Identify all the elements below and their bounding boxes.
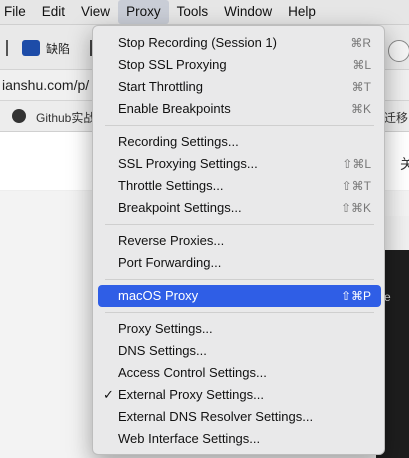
menu-item-label: macOS Proxy xyxy=(118,288,199,303)
bookmark-right[interactable]: 迁移 xyxy=(384,109,408,126)
menu-item-label: DNS Settings... xyxy=(118,343,207,358)
menu-item-proxy-settings[interactable]: Proxy Settings... xyxy=(98,318,381,340)
menu-item-stop-recording-session-1[interactable]: Stop Recording (Session 1) ⌘R xyxy=(98,32,381,54)
menu-separator xyxy=(105,224,374,225)
extension-icon[interactable] xyxy=(22,40,40,56)
menu-item-access-control-settings[interactable]: Access Control Settings... xyxy=(98,362,381,384)
profile-icon[interactable] xyxy=(388,40,409,62)
menu-item-shortcut: ⌘R xyxy=(350,36,371,50)
menu-item-label: Web Interface Settings... xyxy=(118,431,261,446)
menu-item-label: Access Control Settings... xyxy=(118,365,267,380)
menu-tools[interactable]: Tools xyxy=(169,0,217,24)
menu-help[interactable]: Help xyxy=(280,0,324,24)
menu-item-stop-ssl-proxying[interactable]: Stop SSL Proxying ⌘L xyxy=(98,54,381,76)
menu-item-label: Breakpoint Settings... xyxy=(118,200,242,215)
page-header-text: 关 xyxy=(400,156,409,172)
menu-item-web-interface-settings[interactable]: Web Interface Settings... xyxy=(98,428,381,450)
menu-item-shortcut: ⌘L xyxy=(352,58,371,72)
extension-label[interactable]: 缺陷 xyxy=(46,40,70,57)
menu-item-external-dns-resolver-settings[interactable]: External DNS Resolver Settings... xyxy=(98,406,381,428)
dark-panel-text: e xyxy=(384,290,391,304)
menu-item-reverse-proxies[interactable]: Reverse Proxies... xyxy=(98,230,381,252)
proxy-menu: Stop Recording (Session 1) ⌘R Stop SSL Pro… xyxy=(92,25,385,455)
menu-item-external-proxy-settings[interactable]: ✓ External Proxy Settings... xyxy=(98,384,381,406)
menu-item-breakpoint-settings[interactable]: Breakpoint Settings... ⇧⌘K xyxy=(98,197,381,219)
menu-item-label: Reverse Proxies... xyxy=(118,233,225,248)
menu-item-recording-settings[interactable]: Recording Settings... xyxy=(98,131,381,153)
menu-item-label: Throttle Settings... xyxy=(118,178,224,193)
menu-file[interactable]: File xyxy=(0,0,34,24)
menu-separator xyxy=(105,312,374,313)
menu-item-enable-breakpoints[interactable]: Enable Breakpoints ⌘K xyxy=(98,98,381,120)
menu-item-label: Stop Recording (Session 1) xyxy=(118,35,277,50)
menu-item-shortcut: ⇧⌘T xyxy=(341,179,371,193)
menu-item-ssl-proxying-settings[interactable]: SSL Proxying Settings... ⇧⌘L xyxy=(98,153,381,175)
menu-item-label: Enable Breakpoints xyxy=(118,101,231,116)
menu-window[interactable]: Window xyxy=(216,0,280,24)
menu-proxy[interactable]: Proxy xyxy=(118,0,169,24)
menu-separator xyxy=(105,279,374,280)
menu-bar: File Edit View Proxy Tools Window Help xyxy=(0,0,409,25)
menu-item-shortcut: ⇧⌘L xyxy=(342,157,371,171)
menu-item-label: Port Forwarding... xyxy=(118,255,222,270)
menu-item-label: Recording Settings... xyxy=(118,134,239,149)
menu-item-macos-proxy[interactable]: macOS Proxy ⇧⌘P xyxy=(98,285,381,307)
menu-item-label: SSL Proxying Settings... xyxy=(118,156,258,171)
bookmark-github[interactable]: Github实战 xyxy=(36,109,95,126)
menu-item-start-throttling[interactable]: Start Throttling ⌘T xyxy=(98,76,381,98)
url-text: ianshu.com/p/ xyxy=(2,77,90,93)
menu-item-label: External DNS Resolver Settings... xyxy=(118,409,314,424)
menu-item-shortcut: ⌘T xyxy=(351,80,371,94)
menu-separator xyxy=(105,125,374,126)
menu-item-shortcut: ⇧⌘K xyxy=(340,201,371,215)
menu-item-throttle-settings[interactable]: Throttle Settings... ⇧⌘T xyxy=(98,175,381,197)
menu-item-label: Proxy Settings... xyxy=(118,321,213,336)
menu-edit[interactable]: Edit xyxy=(34,0,73,24)
toolbar-divider xyxy=(6,40,8,56)
menu-item-label: External Proxy Settings... xyxy=(118,387,264,402)
menu-item-label: Start Throttling xyxy=(118,79,204,94)
menu-item-shortcut: ⇧⌘P xyxy=(340,289,371,303)
menu-item-port-forwarding[interactable]: Port Forwarding... xyxy=(98,252,381,274)
menu-item-label: Stop SSL Proxying xyxy=(118,57,227,72)
github-icon xyxy=(12,109,26,123)
menu-item-dns-settings[interactable]: DNS Settings... xyxy=(98,340,381,362)
menu-view[interactable]: View xyxy=(73,0,118,24)
checkmark-icon: ✓ xyxy=(103,387,114,402)
menu-item-shortcut: ⌘K xyxy=(350,102,371,116)
